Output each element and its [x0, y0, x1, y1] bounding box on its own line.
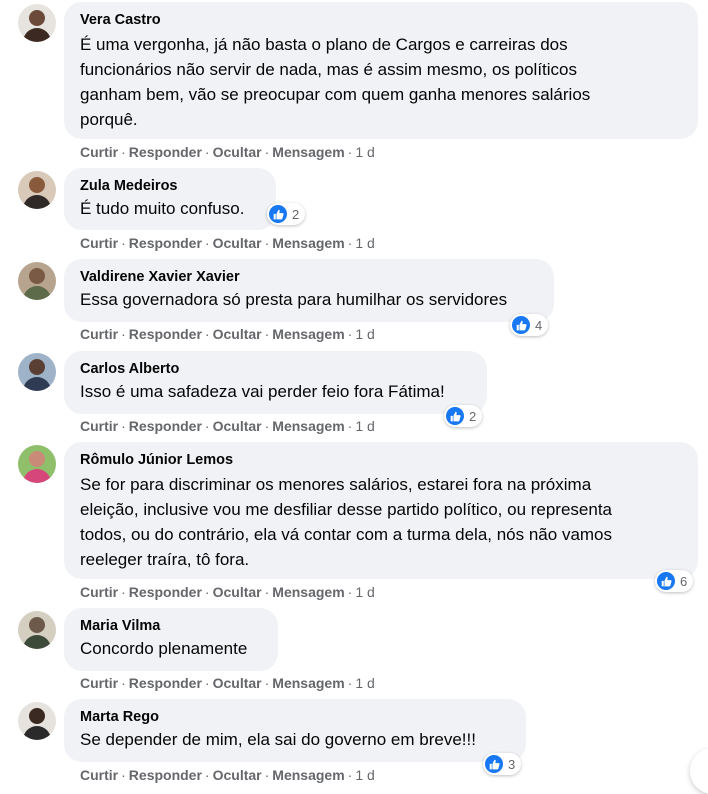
comment-time[interactable]: 1 d	[355, 235, 374, 251]
comment-author[interactable]: Zula Medeiros	[80, 177, 260, 196]
comment-time[interactable]: 1 d	[355, 675, 374, 691]
reply-button[interactable]: Responder	[129, 326, 202, 342]
message-button[interactable]: Mensagem	[272, 584, 344, 600]
message-button[interactable]: Mensagem	[272, 418, 344, 434]
reaction-count[interactable]: 2	[267, 203, 306, 225]
comment-time[interactable]: 1 d	[355, 767, 374, 783]
avatar[interactable]	[18, 611, 56, 649]
comment-actions: Curtir · Responder · Ocultar · Mensagem · 1 d	[80, 418, 375, 434]
reaction-count[interactable]: 6	[655, 570, 694, 592]
like-thumbs-up-icon	[512, 316, 530, 334]
comment-text: Essa governadora só presta para humilhar…	[80, 290, 508, 309]
avatar[interactable]	[18, 4, 56, 42]
like-thumbs-up-icon	[446, 407, 464, 425]
reply-button[interactable]: Responder	[129, 675, 202, 691]
hide-button[interactable]: Ocultar	[213, 144, 262, 160]
reaction-count[interactable]: 2	[444, 405, 483, 427]
comment-text: Se for para discriminar os menores salár…	[80, 475, 613, 569]
message-button[interactable]: Mensagem	[272, 675, 344, 691]
avatar[interactable]	[18, 262, 56, 300]
like-button[interactable]: Curtir	[80, 767, 118, 783]
comment-actions: Curtir · Responder · Ocultar · Mensagem · 1 d	[80, 326, 375, 342]
like-button[interactable]: Curtir	[80, 235, 118, 251]
comment-time[interactable]: 1 d	[355, 144, 374, 160]
hide-button[interactable]: Ocultar	[213, 418, 262, 434]
reaction-count-label: 6	[680, 573, 688, 589]
like-thumbs-up-icon	[485, 755, 503, 773]
comment-bubble: Vera Castro É uma vergonha, já não basta…	[64, 2, 698, 139]
like-button[interactable]: Curtir	[80, 326, 118, 342]
comment-author[interactable]: Carlos Alberto	[80, 360, 471, 379]
avatar[interactable]	[18, 171, 56, 209]
comment-bubble: Valdirene Xavier Xavier Essa governadora…	[64, 259, 554, 322]
reaction-count-label: 4	[535, 317, 543, 333]
comment-text: É uma vergonha, já não basta o plano de …	[80, 35, 591, 129]
reaction-count-label: 2	[292, 206, 300, 222]
reply-button[interactable]: Responder	[129, 767, 202, 783]
comment-time[interactable]: 1 d	[355, 584, 374, 600]
like-thumbs-up-icon	[657, 572, 675, 590]
comment-text: É tudo muito confuso.	[80, 199, 245, 218]
comment-author[interactable]: Marta Rego	[80, 708, 510, 727]
like-button[interactable]: Curtir	[80, 675, 118, 691]
message-button[interactable]: Mensagem	[272, 144, 344, 160]
avatar[interactable]	[18, 445, 56, 483]
comment-actions: Curtir · Responder · Ocultar · Mensagem · 1 d	[80, 144, 375, 160]
comment-text: Se depender de mim, ela sai do governo e…	[80, 730, 476, 749]
hide-button[interactable]: Ocultar	[213, 326, 262, 342]
comment-author[interactable]: Rômulo Júnior Lemos	[80, 451, 682, 470]
comment-actions: Curtir · Responder · Ocultar · Mensagem · 1 d	[80, 675, 375, 691]
like-button[interactable]: Curtir	[80, 418, 118, 434]
reaction-count-label: 3	[508, 756, 516, 772]
reply-button[interactable]: Responder	[129, 235, 202, 251]
reaction-count[interactable]: 4	[510, 314, 549, 336]
message-button[interactable]: Mensagem	[272, 326, 344, 342]
comment-actions: Curtir · Responder · Ocultar · Mensagem · 1 d	[80, 767, 375, 783]
message-button[interactable]: Mensagem	[272, 767, 344, 783]
comment-actions: Curtir · Responder · Ocultar · Mensagem · 1 d	[80, 584, 375, 600]
reply-button[interactable]: Responder	[129, 418, 202, 434]
comment-time[interactable]: 1 d	[355, 418, 374, 434]
reply-button[interactable]: Responder	[129, 144, 202, 160]
like-button[interactable]: Curtir	[80, 584, 118, 600]
comment-author[interactable]: Valdirene Xavier Xavier	[80, 268, 538, 287]
hide-button[interactable]: Ocultar	[213, 235, 262, 251]
comment-bubble: Rômulo Júnior Lemos Se for para discrimi…	[64, 442, 698, 579]
comment-time[interactable]: 1 d	[355, 326, 374, 342]
reply-button[interactable]: Responder	[129, 584, 202, 600]
comment-bubble: Maria Vilma Concordo plenamente	[64, 608, 278, 671]
floating-action-button[interactable]	[690, 748, 708, 794]
avatar[interactable]	[18, 353, 56, 391]
reaction-count[interactable]: 3	[483, 753, 522, 775]
comment-author[interactable]: Vera Castro	[80, 11, 682, 30]
comment-bubble: Marta Rego Se depender de mim, ela sai d…	[64, 699, 526, 762]
avatar[interactable]	[18, 702, 56, 740]
comment-bubble: Zula Medeiros É tudo muito confuso.	[64, 168, 276, 230]
comment-bubble: Carlos Alberto Isso é uma safadeza vai p…	[64, 351, 487, 414]
message-button[interactable]: Mensagem	[272, 235, 344, 251]
hide-button[interactable]: Ocultar	[213, 767, 262, 783]
comment-text: Isso é uma safadeza vai perder feio fora…	[80, 382, 445, 401]
like-button[interactable]: Curtir	[80, 144, 118, 160]
comment-author[interactable]: Maria Vilma	[80, 617, 262, 636]
reaction-count-label: 2	[469, 408, 477, 424]
like-thumbs-up-icon	[269, 205, 287, 223]
hide-button[interactable]: Ocultar	[213, 584, 262, 600]
comment-actions: Curtir · Responder · Ocultar · Mensagem · 1 d	[80, 235, 375, 251]
comment-text: Concordo plenamente	[80, 639, 248, 658]
hide-button[interactable]: Ocultar	[213, 675, 262, 691]
